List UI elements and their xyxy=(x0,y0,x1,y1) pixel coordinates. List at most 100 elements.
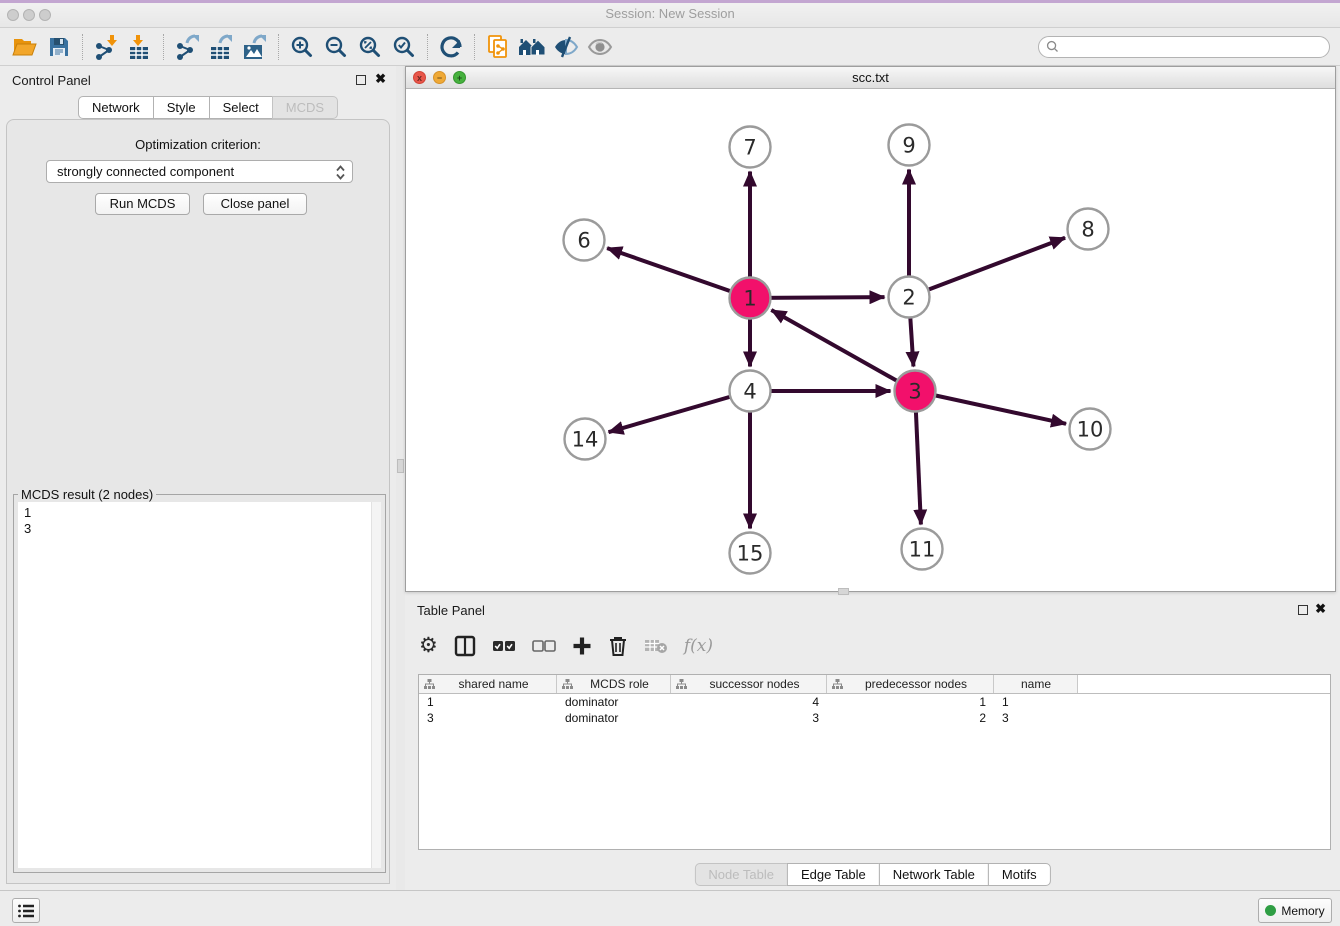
dropdown-stepper-icon xyxy=(335,164,346,184)
search-icon xyxy=(1046,40,1059,53)
open-file-icon[interactable] xyxy=(8,31,42,63)
toolbar-separator xyxy=(278,34,279,60)
show-hide-icon[interactable] xyxy=(583,31,617,63)
column-header-MCDS-role[interactable]: MCDS role xyxy=(557,675,671,693)
table-cell[interactable]: 3 xyxy=(994,710,1078,726)
graph-node-4[interactable]: 4 xyxy=(730,371,771,412)
column-header-shared-name[interactable]: shared name xyxy=(419,675,557,693)
edge-3-1[interactable] xyxy=(771,310,915,391)
edge-3-10[interactable] xyxy=(915,391,1066,424)
table-cell[interactable]: 1 xyxy=(994,694,1078,710)
node-table-body: 1dominator4113dominator323 xyxy=(419,694,1330,726)
graph-node-2[interactable]: 2 xyxy=(889,277,930,318)
close-icon[interactable]: ✖ xyxy=(375,71,386,87)
graph-node-1[interactable]: 1 xyxy=(730,278,771,319)
table-panel-title: Table Panel xyxy=(417,603,485,618)
table-cell[interactable]: 3 xyxy=(419,710,557,726)
edge-1-6[interactable] xyxy=(607,248,750,298)
import-network-icon[interactable] xyxy=(89,31,123,63)
close-panel-button[interactable]: Close panel xyxy=(203,193,307,215)
table-cell[interactable]: dominator xyxy=(557,694,671,710)
save-session-icon[interactable] xyxy=(42,31,76,63)
clone-network-icon[interactable] xyxy=(481,31,515,63)
column-header-predecessor-nodes[interactable]: predecessor nodes xyxy=(827,675,994,693)
tab-mcds[interactable]: MCDS xyxy=(272,96,338,119)
zoom-out-icon[interactable] xyxy=(319,31,353,63)
search-field[interactable] xyxy=(1038,36,1330,58)
zoom-selected-icon[interactable] xyxy=(387,31,421,63)
network-graph[interactable]: 1 2 3 4 6 7 8 9 10 11 14 15 xyxy=(406,89,1335,591)
network-title: scc.txt xyxy=(406,70,1335,85)
table-cell[interactable]: 2 xyxy=(827,710,994,726)
table-cell[interactable]: dominator xyxy=(557,710,671,726)
table-cell[interactable]: 3 xyxy=(671,710,827,726)
splitter-handle-horizontal[interactable] xyxy=(838,588,849,595)
float-window-icon[interactable] xyxy=(1298,605,1308,615)
svg-text:6: 6 xyxy=(577,229,590,253)
apply-layout-icon[interactable] xyxy=(434,31,468,63)
table-cell[interactable]: 1 xyxy=(419,694,557,710)
criterion-dropdown[interactable]: strongly connected component xyxy=(46,160,353,183)
graph-node-10[interactable]: 10 xyxy=(1070,409,1111,450)
network-canvas[interactable]: 1 2 3 4 6 7 8 9 10 11 14 15 xyxy=(406,89,1335,591)
network-window-titlebar[interactable]: x − + scc.txt xyxy=(406,67,1335,89)
main-toolbar xyxy=(0,28,1340,66)
import-table-icon[interactable] xyxy=(123,31,157,63)
task-history-button[interactable] xyxy=(12,898,40,923)
graph-node-7[interactable]: 7 xyxy=(730,127,771,168)
reset-view-icon[interactable] xyxy=(515,31,549,63)
graph-node-14[interactable]: 14 xyxy=(565,419,606,460)
delete-table-icon[interactable] xyxy=(644,631,668,661)
mcds-result-line: 1 xyxy=(24,505,365,521)
deselect-all-icon[interactable] xyxy=(532,631,556,661)
column-header-successor-nodes[interactable]: successor nodes xyxy=(671,675,827,693)
graph-node-8[interactable]: 8 xyxy=(1068,209,1109,250)
table-row[interactable]: 3dominator323 xyxy=(419,710,1330,726)
graph-node-11[interactable]: 11 xyxy=(902,529,943,570)
graph-node-6[interactable]: 6 xyxy=(564,220,605,261)
table-cell[interactable]: 1 xyxy=(827,694,994,710)
toolbar-separator xyxy=(474,34,475,60)
tab-select[interactable]: Select xyxy=(209,96,273,119)
svg-text:8: 8 xyxy=(1081,218,1094,242)
edge-2-8[interactable] xyxy=(909,238,1065,297)
export-table-icon[interactable] xyxy=(204,31,238,63)
mcds-result-scrollbar[interactable] xyxy=(371,502,381,868)
delete-column-icon[interactable] xyxy=(608,631,628,661)
column-visibility-icon[interactable] xyxy=(454,631,476,661)
add-column-icon[interactable] xyxy=(572,631,592,661)
graphics-details-icon[interactable] xyxy=(549,31,583,63)
vertical-splitter[interactable] xyxy=(396,66,405,890)
graph-node-15[interactable]: 15 xyxy=(730,533,771,574)
node-table[interactable]: shared nameMCDS rolesuccessor nodesprede… xyxy=(418,674,1331,850)
table-row[interactable]: 1dominator411 xyxy=(419,694,1330,710)
tab-style[interactable]: Style xyxy=(153,96,210,119)
tab-network-table[interactable]: Network Table xyxy=(879,863,989,886)
column-header-name[interactable]: name xyxy=(994,675,1078,693)
graph-node-3[interactable]: 3 xyxy=(895,371,936,412)
edge-4-14[interactable] xyxy=(609,391,750,432)
select-all-icon[interactable] xyxy=(492,631,516,661)
memory-status-icon xyxy=(1265,905,1276,916)
run-mcds-button[interactable]: Run MCDS xyxy=(95,193,190,215)
search-input[interactable] xyxy=(1063,40,1329,54)
export-image-icon[interactable] xyxy=(238,31,272,63)
tab-motifs[interactable]: Motifs xyxy=(988,863,1051,886)
toolbar-separator xyxy=(82,34,83,60)
splitter-handle[interactable] xyxy=(397,459,404,473)
mcds-result-textarea[interactable]: 13 xyxy=(18,502,371,868)
zoom-in-icon[interactable] xyxy=(285,31,319,63)
graph-node-9[interactable]: 9 xyxy=(889,125,930,166)
tab-network[interactable]: Network xyxy=(78,96,154,119)
tab-node-table[interactable]: Node Table xyxy=(694,863,788,886)
close-icon[interactable]: ✖ xyxy=(1315,601,1326,617)
table-cell[interactable]: 4 xyxy=(671,694,827,710)
zoom-fit-icon[interactable] xyxy=(353,31,387,63)
table-settings-icon[interactable]: ⚙ xyxy=(419,631,438,661)
export-network-icon[interactable] xyxy=(170,31,204,63)
table-panel-tabs: Node TableEdge TableNetwork TableMotifs xyxy=(694,863,1050,886)
memory-button[interactable]: Memory xyxy=(1258,898,1332,923)
tab-edge-table[interactable]: Edge Table xyxy=(787,863,880,886)
task-list-icon xyxy=(17,903,35,919)
float-window-icon[interactable] xyxy=(356,75,366,85)
